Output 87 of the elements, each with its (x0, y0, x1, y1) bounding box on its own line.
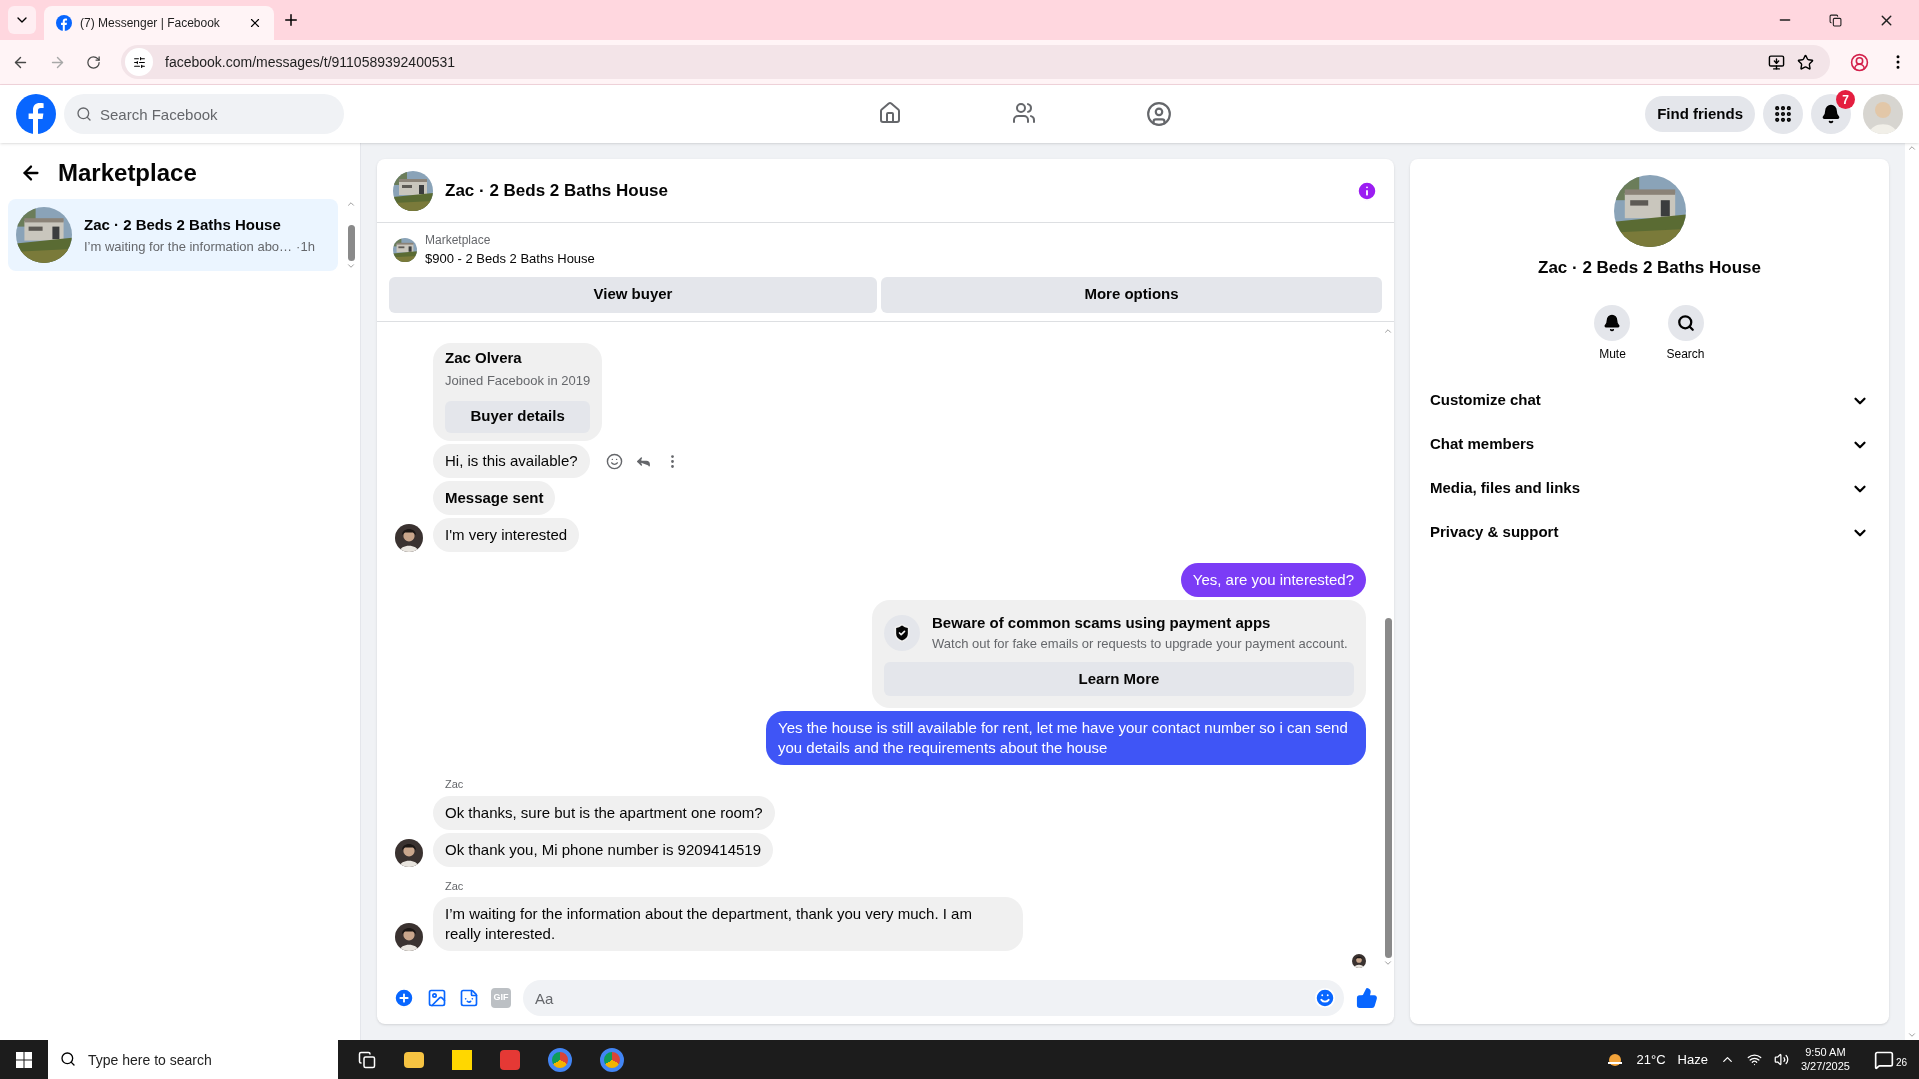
bookmark-icon[interactable] (1797, 53, 1814, 71)
profile-icon[interactable] (1145, 101, 1172, 127)
profile-icon[interactable] (1850, 52, 1869, 72)
facebook-logo-icon (56, 15, 72, 31)
notification-badge: 7 (1836, 90, 1855, 109)
message-bubble: Ok thanks, sure but is the apartment one room? (433, 795, 775, 830)
app-icon[interactable] (500, 1049, 520, 1070)
volume-icon[interactable] (1773, 1052, 1789, 1067)
menu-button[interactable] (1763, 94, 1803, 134)
section-header[interactable]: Media, files and links (1430, 477, 1851, 500)
message-bubble: Yes, are you interested? (1180, 562, 1366, 597)
scrollbar-thumb[interactable] (347, 225, 355, 261)
notes-icon[interactable] (452, 1049, 472, 1070)
message-bubble: I'm very interested (433, 517, 580, 552)
scrollbar-thumb[interactable] (1384, 618, 1392, 958)
find-friends-button[interactable]: Find friends (1645, 96, 1755, 132)
close-icon[interactable] (248, 16, 262, 30)
sliders-icon[interactable] (132, 55, 146, 69)
wifi-icon[interactable] (1746, 1052, 1762, 1067)
taskbar-search[interactable]: Type here to search (48, 1040, 338, 1079)
message-bubble: Message sent (433, 480, 556, 515)
chrome-icon[interactable] (600, 1047, 624, 1072)
warning-text: Watch out for fake emails or requests to upgrade your payment account. (932, 635, 1348, 653)
notifications-icon[interactable] (1873, 1049, 1894, 1070)
message-bubble: Ok thank you, Mi phone number is 9209414519 (433, 832, 774, 867)
folder-icon[interactable] (404, 1051, 424, 1068)
sticker-icon[interactable] (459, 988, 479, 1008)
address-bar[interactable]: facebook.com/messages/t/9110589392400531 (121, 45, 1830, 79)
section-header[interactable]: Customize chat (1430, 389, 1851, 412)
chat-title: Zac · 2 Beds 2 Baths House (445, 179, 669, 202)
listing-action-button[interactable]: View buyer (389, 276, 877, 313)
listing-action-button[interactable]: More options (881, 276, 1382, 313)
search-field[interactable]: Search Facebook (64, 94, 344, 134)
notification-count: 26 (1895, 1055, 1907, 1070)
tab-title: (7) Messenger | Facebook (80, 15, 221, 32)
emoji-icon[interactable] (1314, 987, 1336, 1009)
listing-title: $900 - 2 Beds 2 Baths House (425, 250, 595, 268)
react-icon[interactable] (605, 452, 623, 470)
section-header[interactable]: Chat members (1430, 433, 1851, 456)
site-settings-button[interactable] (125, 48, 153, 76)
weather-text: Haze (1677, 1050, 1708, 1069)
section-header[interactable]: Privacy & support (1430, 521, 1851, 544)
learn-more-button[interactable]: Learn More (884, 661, 1354, 696)
sender-name: Zac (445, 878, 465, 894)
clock-date: 3/27/2025 (1800, 1059, 1850, 1074)
bell-icon[interactable] (1603, 313, 1622, 332)
start-icon[interactable] (16, 1051, 32, 1068)
grid-icon[interactable] (1773, 104, 1793, 124)
message-input[interactable]: Aa (523, 980, 1344, 1016)
sender-name: Zac (445, 777, 465, 792)
message-preview: I’m waiting for the information abo… (84, 237, 293, 256)
conversation-name: Zac · 2 Beds 2 Baths House (84, 215, 282, 235)
bell-icon[interactable] (1821, 104, 1841, 124)
task-view-icon[interactable] (358, 1050, 376, 1069)
like-icon[interactable] (1356, 987, 1378, 1009)
friends-icon[interactable] (1011, 101, 1036, 125)
chrome-icon[interactable] (548, 1047, 572, 1072)
buyer-joined: Joined Facebook in 2019 (445, 372, 591, 390)
message-bubble: Yes the house is still available for rent, let me have your contact number so i can send you details and the requirements about the house (766, 711, 1366, 765)
contact-name: Zac · 2 Beds 2 Baths House (1538, 257, 1761, 279)
buyer-details-button[interactable]: Buyer details (445, 400, 591, 433)
home-icon[interactable] (877, 101, 902, 125)
message-bubble: Hi, is this available? (433, 443, 590, 478)
message-bubble: I’m waiting for the information about the department, thank you very much. I am really interested. (433, 897, 1023, 951)
reload-icon[interactable] (86, 54, 101, 70)
conversation-item[interactable]: Zac · 2 Beds 2 Baths House I’m waiting for the information abo… ·1h (8, 199, 338, 271)
clock-time: 9:50 AM (1805, 1045, 1846, 1060)
notifications-button[interactable] (1811, 94, 1851, 134)
search-icon (60, 1051, 76, 1067)
info-icon[interactable] (1356, 179, 1378, 202)
listing-label: Marketplace (425, 232, 492, 249)
facebook-logo-icon[interactable] (16, 94, 56, 134)
temperature: 21°C (1636, 1050, 1666, 1069)
warning-title: Beware of common scams using payment apps (932, 612, 1272, 633)
search-icon (76, 106, 92, 122)
install-icon[interactable] (1768, 53, 1785, 71)
new-tab-icon[interactable] (282, 11, 300, 29)
message-time: ·1h (296, 237, 315, 256)
restore-icon[interactable] (1829, 13, 1842, 27)
url-text: facebook.com/messages/t/9110589392400531 (165, 52, 457, 72)
add-icon[interactable] (393, 987, 415, 1009)
search-icon[interactable] (1676, 313, 1695, 332)
photo-icon[interactable] (427, 988, 447, 1008)
shield-icon (892, 622, 912, 643)
browser-tab[interactable]: (7) Messenger | Facebook (44, 6, 274, 40)
sidebar-title: Marketplace (58, 158, 197, 188)
buyer-name: Zac Olvera (445, 347, 523, 368)
